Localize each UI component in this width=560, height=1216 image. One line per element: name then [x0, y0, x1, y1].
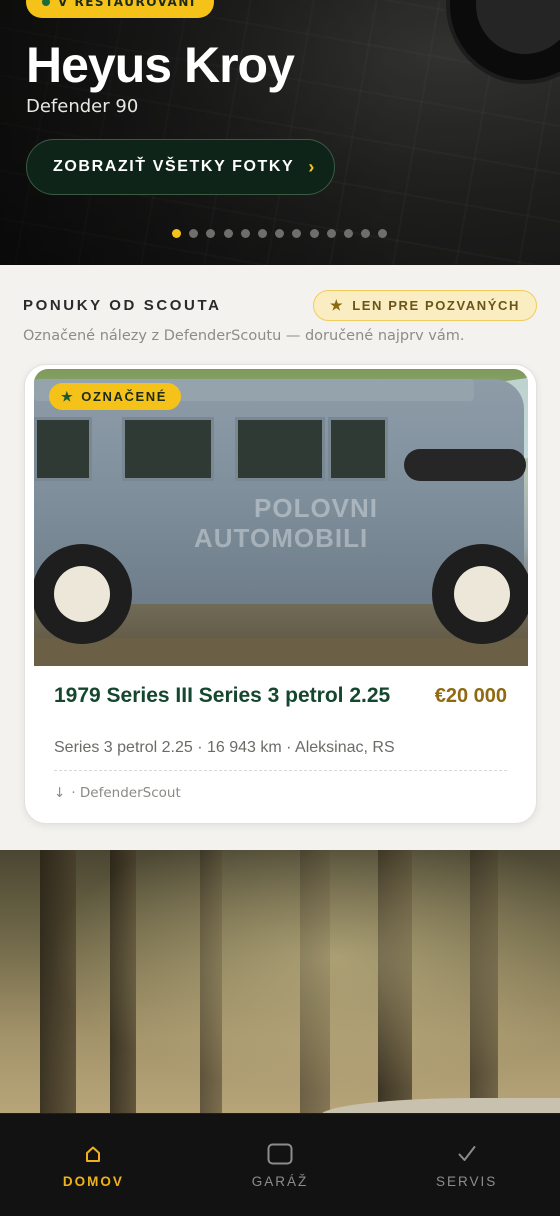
flagged-tag: ★ OZNAČENÉ [49, 383, 182, 410]
nav-label-garage: GARÁŽ [251, 1174, 309, 1189]
download-icon: ↓ [54, 785, 66, 801]
photo-watermark: POLOVNI AUTOMOBILI [194, 493, 379, 553]
divider [54, 770, 507, 771]
vehicle-model: Defender 90 [26, 96, 139, 117]
scout-listing-card[interactable]: POLOVNI AUTOMOBILI ★ OZNAČENÉ 1979 Serie… [24, 364, 537, 824]
invite-only-label: LEN PRE POZVANÝCH [352, 298, 520, 313]
status-dot-icon [42, 0, 50, 6]
flagged-tag-label: OZNAČENÉ [81, 389, 168, 404]
carousel-dot[interactable] [361, 229, 371, 238]
vehicle-name: Heyus Kroy [26, 37, 295, 93]
section-title: PONUKY OD SCOUTA [23, 297, 222, 314]
carousel-dot[interactable] [326, 229, 336, 238]
listing-price: €20 000 [434, 685, 507, 707]
carousel-dot[interactable] [172, 229, 181, 238]
star-icon: ★ [61, 388, 75, 404]
listing-title: 1979 Series III Series 3 petrol 2.25 [54, 684, 391, 707]
vehicle-hero: V RESTAUROVANÍ Heyus Kroy Defender 90 ZO… [0, 0, 560, 265]
bottom-navigation: DOMOV GARÁŽ SERVIS [0, 1113, 560, 1216]
listing-photo: POLOVNI AUTOMOBILI ★ OZNAČENÉ [34, 369, 528, 666]
status-badge: V RESTAUROVANÍ [26, 0, 214, 18]
carousel-dot[interactable] [378, 229, 388, 238]
home-icon [79, 1140, 107, 1168]
nav-item-service[interactable]: SERVIS [373, 1114, 560, 1216]
view-all-photos-button[interactable]: ZOBRAZIŤ VŠETKY FOTKY › [26, 139, 335, 195]
chevron-right-icon: › [308, 156, 316, 177]
carousel-dot[interactable] [223, 229, 233, 238]
nav-item-garage[interactable]: GARÁŽ [187, 1114, 374, 1216]
scout-section-header: PONUKY OD SCOUTA ★ LEN PRE POZVANÝCH [23, 290, 537, 322]
nav-label-service: SERVIS [436, 1174, 498, 1189]
star-icon: ★ [330, 297, 345, 313]
nav-label-home: DOMOV [62, 1174, 124, 1189]
listing-source: ↓ · DefenderScout [54, 785, 181, 801]
garage-icon [266, 1140, 294, 1168]
check-icon [453, 1140, 481, 1168]
listing-meta: Series 3 petrol 2.25 · 16 943 km · Aleks… [54, 739, 395, 756]
carousel-dot[interactable] [292, 229, 302, 238]
carousel-dot[interactable] [189, 229, 199, 238]
status-badge-label: V RESTAUROVANÍ [58, 0, 196, 9]
carousel-dot[interactable] [240, 229, 250, 238]
nav-item-home[interactable]: DOMOV [0, 1114, 187, 1216]
listing-source-label: · DefenderScout [71, 785, 181, 801]
forest-banner-image[interactable] [0, 850, 560, 1116]
carousel-dot[interactable] [257, 229, 267, 238]
carousel-dot[interactable] [343, 229, 353, 238]
invite-only-badge: ★ LEN PRE POZVANÝCH [313, 290, 537, 321]
carousel-dot[interactable] [275, 229, 285, 238]
carousel-dot[interactable] [309, 229, 319, 238]
view-all-photos-label: ZOBRAZIŤ VŠETKY FOTKY [53, 158, 295, 175]
carousel-dots[interactable] [172, 229, 388, 238]
section-description: Označené nálezy z DefenderScoutu — doruč… [23, 328, 465, 344]
carousel-dot[interactable] [206, 229, 216, 238]
